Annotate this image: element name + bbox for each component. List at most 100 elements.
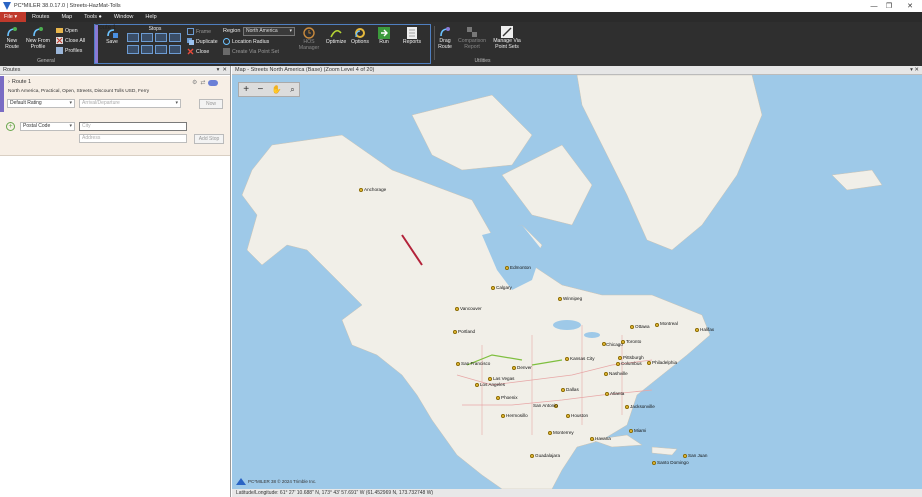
hos-manager-button[interactable]: HOS Manager (295, 27, 323, 51)
frame-button[interactable]: Frame (187, 28, 211, 35)
city-marker (683, 454, 687, 458)
location-radius-button[interactable]: Location Radius (223, 38, 269, 45)
dot-icon: ● (98, 14, 102, 20)
toggle-icon[interactable] (208, 80, 219, 86)
save-button[interactable]: Save (103, 27, 121, 46)
now-button[interactable]: Now (199, 99, 223, 109)
route-color-accent (0, 76, 4, 112)
close-route-button[interactable]: Close (187, 48, 209, 55)
ribbon-group-utilities: Drag Route Comparison Report Manage Via … (435, 24, 530, 64)
ribbon-group-route: Save Stops Frame Duplicate Close Region … (94, 24, 431, 64)
city-marker (488, 377, 492, 381)
duplicate-button[interactable]: Duplicate (187, 38, 218, 45)
status-bar: Latitude/Longitude: 61° 27' 10.688" N, 1… (232, 489, 922, 497)
city-marker (652, 461, 656, 465)
city-label: Pittsburgh (623, 355, 644, 360)
stop-tool-icon[interactable] (141, 33, 153, 42)
drag-route-button[interactable]: Drag Route (435, 26, 455, 50)
route-title[interactable]: › Route 1 (8, 79, 31, 85)
ribbon-group-general: New Route New From Profile Open Close Al… (0, 24, 92, 64)
close-window-button[interactable]: ✕ (898, 0, 922, 12)
region-select[interactable]: North America ▾ (243, 27, 295, 36)
add-stop-button[interactable]: Add Stop (194, 134, 224, 144)
comparison-icon (467, 27, 477, 37)
city-label: Columbus (621, 361, 642, 366)
via-icon (223, 48, 230, 55)
menu-map[interactable]: Map (55, 12, 78, 22)
open-button[interactable]: Open (56, 27, 78, 34)
routes-panel: Routes ▾ ✕ › Route 1 ⚙ ⇄ North America, … (0, 66, 231, 497)
address-input[interactable]: Address (79, 134, 187, 143)
new-from-profile-button[interactable]: New From Profile (24, 26, 52, 50)
city-marker (455, 307, 459, 311)
arrival-departure-select[interactable]: Arrival/Departure ▾ (79, 99, 181, 108)
city-marker (695, 328, 699, 332)
optimize-button[interactable]: Optimize (323, 27, 349, 46)
menu-bar: File ▾ Routes Map Tools ● Window Help (0, 12, 922, 22)
reports-button[interactable]: Reports (401, 27, 423, 46)
ribbon: New Route New From Profile Open Close Al… (0, 22, 922, 66)
route-card-icons: ⚙ ⇄ (192, 79, 219, 86)
pan-hand-icon[interactable]: ✋ (272, 85, 282, 94)
city-label: Kansas City (570, 356, 595, 361)
comparison-report-button[interactable]: Comparison Report (457, 26, 487, 50)
menu-help[interactable]: Help (139, 12, 162, 22)
stop-tool-icon[interactable] (127, 33, 139, 42)
route-options-icon[interactable]: ⇄ (200, 79, 205, 86)
chevron-right-icon: › (8, 79, 10, 85)
stop-tool-icon[interactable] (141, 45, 153, 54)
pin-icon[interactable]: ▾ (217, 67, 220, 73)
city-label: San Antonio (533, 403, 558, 408)
new-route-icon (7, 27, 17, 37)
city-label: Phoenix (501, 395, 518, 400)
city-marker (565, 357, 569, 361)
stop-tool-icon[interactable] (169, 45, 181, 54)
menu-file[interactable]: File ▾ (0, 12, 26, 22)
frame-icon (187, 28, 194, 35)
stop-tool-icon[interactable] (155, 33, 167, 42)
create-via-button[interactable]: Create Via Point Set (223, 48, 279, 55)
drag-route-icon (440, 27, 450, 37)
zoom-area-icon[interactable]: ⌕ (290, 85, 294, 95)
city-marker (590, 437, 594, 441)
close-panel-icon[interactable]: ▾ ✕ (910, 66, 919, 75)
options-button[interactable]: Options (349, 27, 371, 46)
map-canvas[interactable]: + − ✋ ⌕ Anchorage Edmonton Calgary Winni… (232, 75, 922, 489)
add-stop-icon[interactable]: + (6, 122, 15, 131)
stop-tool-icon[interactable] (127, 45, 139, 54)
profiles-button[interactable]: Profiles (56, 47, 82, 54)
gear-icon (355, 28, 365, 38)
chevron-down-icon: ▾ (289, 28, 292, 34)
city-label: Nashville (609, 371, 628, 376)
zoom-out-icon[interactable]: − (258, 84, 264, 95)
run-button[interactable]: Run (375, 27, 393, 46)
city-input[interactable]: City (79, 122, 187, 131)
clock-icon (303, 27, 315, 39)
postal-code-select[interactable]: Postal Code ▾ (20, 122, 75, 131)
map-logo: PC*MILER 38 © 2024 Trimble Inc. (236, 478, 316, 485)
stop-tool-icon[interactable] (155, 45, 167, 54)
gear-icon[interactable]: ⚙ (192, 79, 197, 86)
city-label: Toronto (626, 339, 642, 344)
city-marker (359, 188, 363, 192)
zoom-in-icon[interactable]: + (243, 84, 249, 95)
stop-tool-icon[interactable] (169, 33, 181, 42)
rating-select[interactable]: Default Rating ▾ (7, 99, 75, 108)
close-all-icon (56, 37, 63, 44)
menu-routes[interactable]: Routes (26, 12, 55, 22)
city-marker (630, 325, 634, 329)
map-panel: Map - Streets North America (Base) (Zoom… (232, 66, 922, 497)
stops-tools (127, 33, 183, 55)
region-label: Region (223, 28, 241, 34)
map-panel-header: Map - Streets North America (Base) (Zoom… (232, 66, 922, 75)
menu-window[interactable]: Window (108, 12, 140, 22)
city-label: Jacksonville (630, 404, 655, 409)
close-panel-icon[interactable]: ✕ (222, 67, 227, 73)
new-route-button[interactable]: New Route (2, 26, 22, 50)
city-marker (655, 323, 659, 327)
menu-tools[interactable]: Tools ● (78, 12, 108, 22)
manage-via-button[interactable]: Manage Via Point Sets (490, 26, 524, 50)
profiles-icon (56, 47, 63, 54)
city-label: Anchorage (364, 187, 387, 192)
close-all-button[interactable]: Close All (56, 37, 85, 44)
